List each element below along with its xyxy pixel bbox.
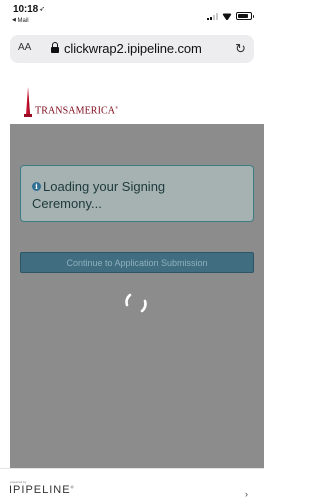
transamerica-logo: TRANSAMERICA® bbox=[22, 87, 162, 121]
reload-icon[interactable]: ↻ bbox=[235, 41, 246, 57]
ipipeline-logo: IPIPELINE® bbox=[9, 484, 75, 496]
address-bar[interactable]: AA clickwrap2.ipipeline.com ↻ bbox=[10, 35, 254, 63]
url-text[interactable]: clickwrap2.ipipeline.com bbox=[64, 41, 202, 56]
text-size-button[interactable]: AA bbox=[18, 42, 31, 53]
wifi-icon bbox=[222, 12, 232, 20]
lock-icon bbox=[51, 42, 59, 53]
status-icons bbox=[207, 12, 254, 20]
status-time: 10:18➶ bbox=[13, 4, 45, 15]
chevron-right-icon[interactable]: › bbox=[245, 489, 248, 499]
pyramid-icon bbox=[24, 87, 32, 117]
back-app-label: Mail bbox=[17, 18, 29, 24]
alert-message: Loading your Signing Ceremony... bbox=[32, 179, 166, 211]
brand-name: TRANSAMERICA® bbox=[35, 105, 119, 117]
back-to-mail[interactable]: ◀ Mail bbox=[12, 17, 29, 24]
cellular-signal-icon bbox=[207, 13, 218, 20]
location-arrow-icon: ➶ bbox=[39, 6, 45, 13]
continue-to-submission-button[interactable]: Continue to Application Submission bbox=[20, 252, 254, 273]
loading-spinner-icon bbox=[125, 293, 147, 313]
battery-icon bbox=[236, 12, 254, 20]
back-triangle-icon: ◀ bbox=[12, 17, 16, 23]
loading-alert: i Loading your Signing Ceremony... bbox=[20, 165, 254, 222]
